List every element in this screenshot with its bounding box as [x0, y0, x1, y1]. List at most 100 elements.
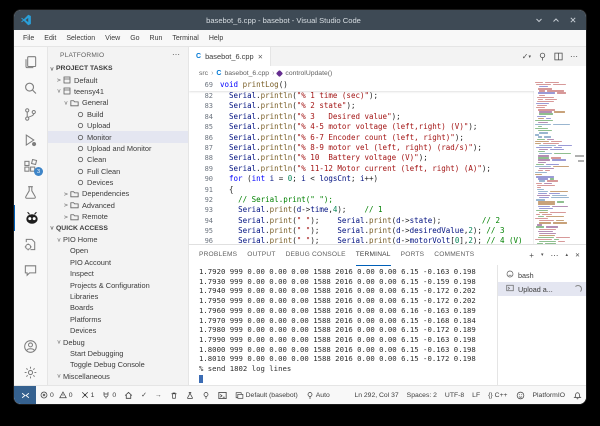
feedback-icon[interactable] — [512, 391, 529, 400]
tab-close-icon[interactable]: ✕ — [258, 53, 263, 61]
menu-terminal[interactable]: Terminal — [167, 35, 203, 42]
tree-item-advanced[interactable]: >Advanced — [48, 200, 188, 211]
pio-env-selector[interactable]: Default (basebot) — [231, 386, 302, 404]
breadcrumb-item[interactable]: src — [199, 70, 208, 77]
tree-item-pio-account[interactable]: PIO Account — [48, 257, 188, 268]
settings-gear-icon[interactable] — [14, 359, 47, 385]
code-line[interactable]: 89 Serial.println("% 11-12 Motor current… — [189, 164, 534, 174]
chevron-down-icon[interactable]: > — [62, 99, 70, 107]
extensions-icon[interactable]: 3 — [14, 153, 47, 179]
platformio-icon[interactable] — [14, 205, 48, 231]
menu-help[interactable]: Help — [204, 35, 228, 42]
encoding-setting[interactable]: UTF-8 — [441, 392, 468, 399]
overview-ruler[interactable] — [572, 80, 586, 244]
tree-item-upload-and-monitor[interactable]: Upload and Monitor — [48, 143, 188, 154]
breadcrumb-item[interactable]: basebot_6.cpp — [224, 70, 269, 77]
pio-clean-button[interactable] — [166, 386, 182, 404]
panel-tab-comments[interactable]: COMMENTS — [434, 245, 474, 266]
tree-item-projects-configuration[interactable]: Projects & Configuration — [48, 279, 188, 290]
code-line[interactable]: 85 Serial.println("% 4-5 motor voltage (… — [189, 122, 534, 132]
notifications-bell-icon[interactable] — [569, 391, 586, 400]
close-panel-icon[interactable]: ✕ — [575, 252, 580, 259]
editor-more-icon[interactable]: ⋯ — [570, 52, 578, 61]
tree-item-devices[interactable]: Devices — [48, 177, 188, 188]
chat-icon[interactable] — [14, 257, 47, 283]
remote-indicator[interactable] — [14, 386, 36, 404]
minimap[interactable] — [533, 80, 572, 244]
account-icon[interactable] — [14, 333, 47, 359]
maximize-button[interactable] — [552, 16, 560, 24]
run-debug-icon[interactable] — [14, 127, 47, 153]
code-line[interactable]: 94 Serial.print(" "); Serial.print(d->st… — [189, 216, 534, 226]
chevron-down-icon[interactable]: > — [55, 372, 63, 380]
project-environment-icon[interactable] — [14, 231, 47, 257]
chevron-down-icon[interactable]: > — [55, 87, 63, 95]
tree-item-boards[interactable]: Boards — [48, 302, 188, 313]
code-line[interactable]: 91 { — [189, 185, 534, 195]
code-line[interactable]: 93 Serial.print(d->time,4); // 1 — [189, 205, 534, 215]
code-line[interactable]: 95 Serial.print(" "); Serial.print(d->de… — [189, 226, 534, 236]
pio-terminal-button[interactable] — [214, 386, 231, 404]
pio-upload-button[interactable]: → — [151, 386, 166, 404]
panel-more-icon[interactable]: ⋯ — [550, 251, 558, 260]
tree-item-inspect[interactable]: Inspect — [48, 268, 188, 279]
menu-run[interactable]: Run — [145, 35, 168, 42]
indentation-setting[interactable]: Spaces: 2 — [403, 392, 441, 399]
tree-item-clean[interactable]: Clean — [48, 154, 188, 165]
code-line[interactable]: 86 Serial.println("% 6-7 Encoder count (… — [189, 133, 534, 143]
tree-item-full-clean[interactable]: Full Clean — [48, 166, 188, 177]
menu-view[interactable]: View — [100, 35, 125, 42]
sidebar-more-icon[interactable]: ⋯ — [172, 52, 180, 58]
tree-item-libraries[interactable]: Libraries — [48, 291, 188, 302]
menu-go[interactable]: Go — [125, 35, 144, 42]
code-editor[interactable]: 69void printLog() 82 Serial.println("% 1… — [189, 80, 586, 244]
tree-item-pio-home[interactable]: >PIO Home — [48, 234, 188, 245]
minimize-button[interactable] — [535, 16, 543, 24]
close-button[interactable] — [569, 16, 577, 24]
tree-item-platforms[interactable]: Platforms — [48, 314, 188, 325]
new-terminal-icon[interactable]: + — [529, 251, 534, 260]
menu-selection[interactable]: Selection — [61, 35, 100, 42]
tree-item-devices[interactable]: Devices — [48, 325, 188, 336]
pio-build-button[interactable]: ✓ — [137, 386, 151, 404]
search-icon[interactable] — [14, 75, 47, 101]
tree-item-remote[interactable]: >Remote — [48, 211, 188, 222]
menu-file[interactable]: File — [18, 35, 39, 42]
pio-test-button[interactable] — [182, 386, 198, 404]
terminal-dropdown-icon[interactable]: ▾ — [541, 252, 544, 258]
menu-edit[interactable]: Edit — [39, 35, 61, 42]
chevron-right-icon[interactable]: > — [62, 201, 70, 209]
source-control-icon[interactable] — [14, 101, 47, 127]
section-quick-access[interactable]: >QUICK ACCESS — [48, 222, 188, 233]
problems-status[interactable]: 0 0 — [36, 386, 77, 404]
section-project-tasks[interactable]: >PROJECT TASKS — [48, 63, 188, 74]
sticky-code-line[interactable]: 69void printLog() — [189, 80, 534, 91]
platformio-status[interactable]: PlatformIO — [529, 392, 569, 399]
ports-status[interactable]: 0 — [98, 386, 120, 404]
panel-tab-debug-console[interactable]: DEBUG CONSOLE — [286, 245, 346, 266]
tree-item-miscellaneous[interactable]: >Miscellaneous — [48, 371, 188, 382]
tree-item-upload[interactable]: Upload — [48, 120, 188, 131]
terminal-instance-upload-a-[interactable]: Upload a... — [498, 282, 586, 296]
code-line[interactable]: 96 Serial.print(" "); Serial.print(d->mo… — [189, 236, 534, 244]
cursor-position[interactable]: Ln 292, Col 37 — [350, 392, 402, 399]
split-editor-icon[interactable] — [554, 52, 563, 61]
serial-monitor-icon[interactable] — [538, 52, 547, 61]
eol-setting[interactable]: LF — [468, 392, 484, 399]
code-line[interactable]: 84 Serial.println("% 3 Desired value"); — [189, 112, 534, 122]
tree-item-start-debugging[interactable]: Start Debugging — [48, 348, 188, 359]
tree-item-open[interactable]: Open — [48, 245, 188, 256]
code-line[interactable]: 90 for (int i = 0; i < logsCnt; i++) — [189, 174, 534, 184]
tree-item-teensy41[interactable]: >teensy41 — [48, 86, 188, 97]
pio-serial-monitor-button[interactable] — [198, 386, 214, 404]
pio-port-selector[interactable]: Auto — [302, 386, 334, 404]
tree-item-general[interactable]: >General — [48, 97, 188, 108]
chevron-right-icon[interactable]: > — [62, 190, 70, 198]
code-line[interactable]: 83 Serial.println("% 2 state"); — [189, 101, 534, 111]
explorer-icon[interactable] — [14, 49, 47, 75]
code-line[interactable]: 92 // Serial.print(" "); — [189, 195, 534, 205]
pio-home-button[interactable] — [120, 386, 137, 404]
maximize-panel-icon[interactable]: ▴ — [565, 252, 568, 258]
language-mode[interactable]: {}C++ — [484, 392, 511, 399]
panel-tab-problems[interactable]: PROBLEMS — [199, 245, 237, 266]
